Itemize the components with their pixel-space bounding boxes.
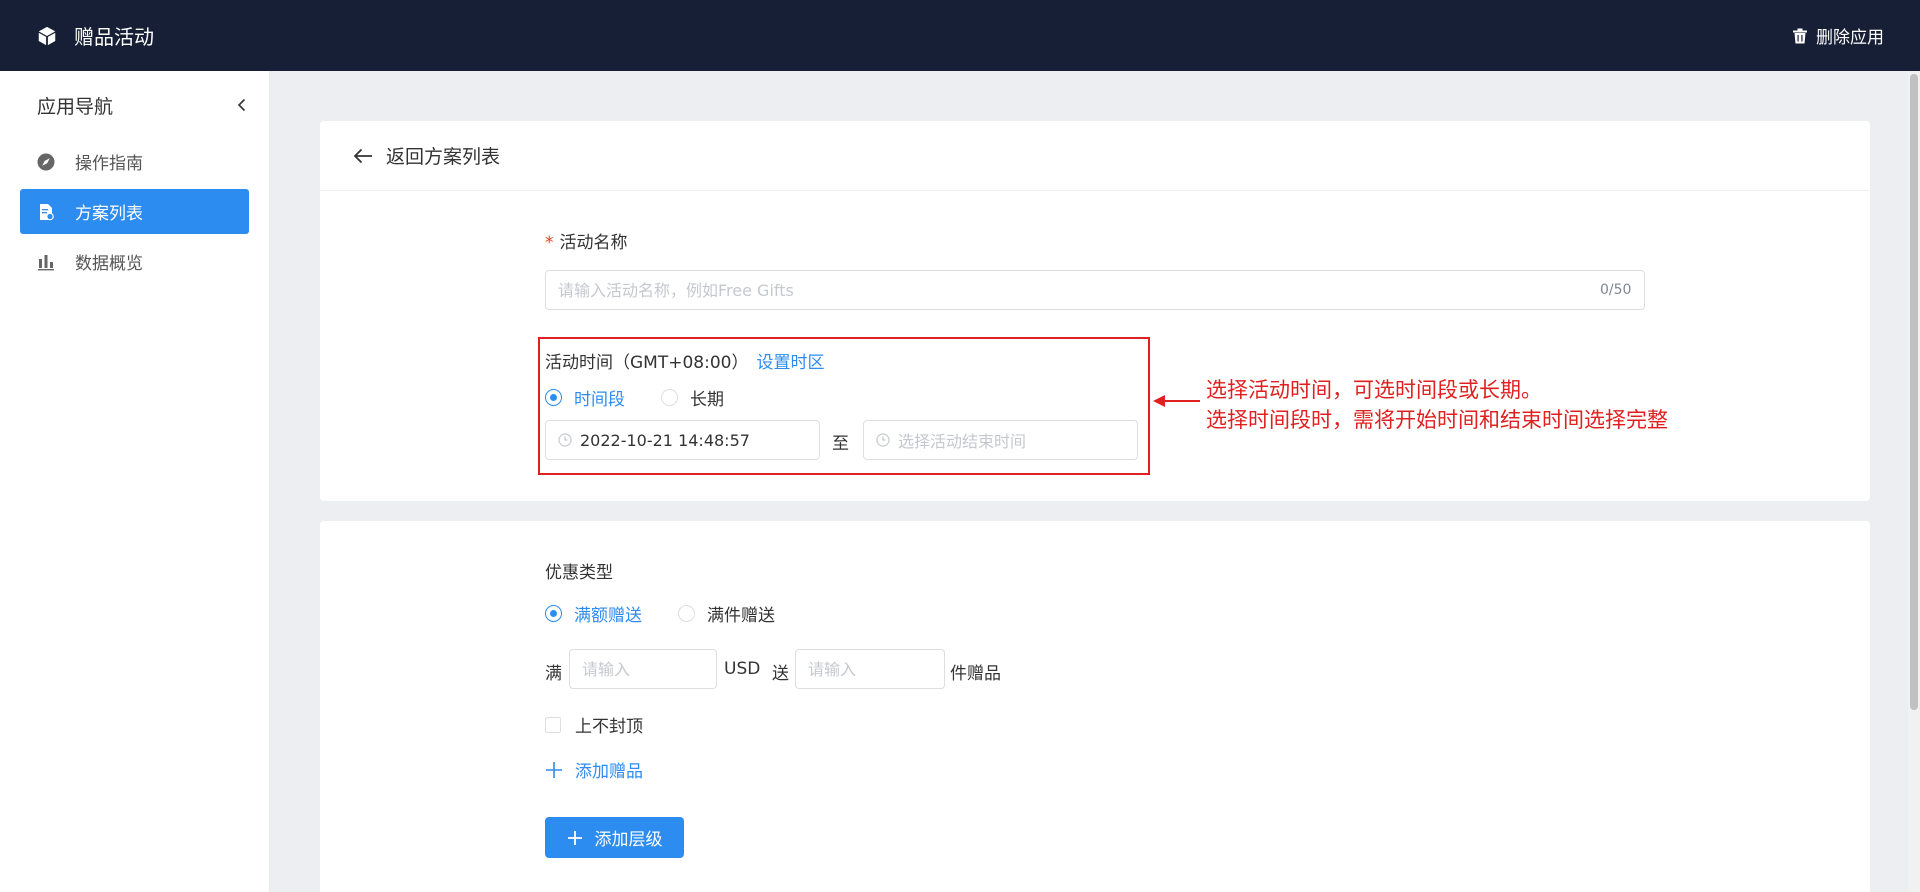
- top-bar: 赠品活动 删除应用: [0, 0, 1920, 71]
- activity-name-input[interactable]: [545, 270, 1645, 310]
- full-label: 满: [545, 664, 562, 684]
- sidebar: 应用导航 操作指南 方案列表 数据概览: [0, 71, 270, 892]
- gift-suffix-label: 件赠品: [950, 664, 1001, 684]
- bar-chart-icon: [38, 254, 54, 270]
- sidebar-item-data-overview[interactable]: 数据概览: [20, 239, 249, 284]
- radio-full-quantity-gift[interactable]: 满件赠送: [678, 601, 775, 626]
- discount-type-radio-group: 满额赠送 满件赠送: [545, 601, 775, 626]
- no-cap-checkbox-row[interactable]: 上不封顶: [545, 712, 643, 737]
- radio-dot: [545, 605, 562, 622]
- app-brand: 赠品活动: [36, 21, 154, 50]
- radio-full-amount-gift[interactable]: 满额赠送: [545, 601, 642, 626]
- radio-dot: [678, 605, 695, 622]
- add-gift-label: 添加赠品: [575, 762, 643, 782]
- annotation-line-2: 选择时间段时，需将开始时间和结束时间选择完整: [1206, 408, 1668, 432]
- no-cap-checkbox[interactable]: [545, 716, 561, 733]
- gift-count-input[interactable]: [795, 649, 945, 689]
- activity-name-label-text: 活动名称: [559, 233, 628, 253]
- arrow-left-icon: [353, 148, 372, 163]
- sidebar-header: 应用导航: [0, 71, 269, 139]
- sidebar-item-plan-list[interactable]: 方案列表: [20, 189, 249, 234]
- annotation-arrow-icon: [1153, 395, 1200, 407]
- back-label: 返回方案列表: [386, 146, 501, 168]
- add-tier-label: 添加层级: [594, 830, 663, 850]
- scrollbar-thumb[interactable]: [1910, 74, 1918, 710]
- plus-icon: [546, 761, 562, 778]
- give-label: 送: [772, 664, 789, 684]
- add-tier-button[interactable]: 添加层级: [545, 817, 684, 858]
- delete-app-button[interactable]: 删除应用: [1792, 23, 1884, 48]
- radio-label: 满额赠送: [574, 606, 642, 626]
- sidebar-item-label: 操作指南: [75, 154, 143, 174]
- name-char-counter: 0/50: [1600, 282, 1632, 298]
- radio-label: 满件赠送: [707, 606, 775, 626]
- document-list-icon: [40, 203, 54, 220]
- sidebar-item-label: 方案列表: [75, 204, 143, 224]
- activity-name-label: * 活动名称: [545, 228, 628, 253]
- sidebar-item-guide[interactable]: 操作指南: [20, 139, 249, 184]
- sidebar-title: 应用导航: [37, 95, 114, 118]
- discount-type-label: 优惠类型: [545, 563, 613, 583]
- chevron-left-icon[interactable]: [235, 98, 249, 112]
- app-title: 赠品活动: [74, 25, 154, 49]
- annotation-highlight-box: [538, 337, 1150, 475]
- card-header: 返回方案列表: [320, 121, 1870, 191]
- annotation-text: 选择活动时间，可选时间段或长期。 选择时间段时，需将开始时间和结束时间选择完整: [1206, 375, 1668, 435]
- sidebar-item-label: 数据概览: [75, 254, 143, 274]
- trash-icon: [1793, 28, 1807, 43]
- threshold-amount-input[interactable]: [569, 649, 717, 689]
- plus-icon: [567, 830, 582, 845]
- delete-app-label: 删除应用: [1816, 28, 1884, 48]
- back-to-list-link[interactable]: 返回方案列表: [352, 142, 500, 169]
- required-mark: *: [545, 233, 554, 253]
- box-icon: [38, 26, 56, 45]
- navigation-icon: [37, 153, 55, 170]
- currency-label: USD: [724, 659, 761, 679]
- no-cap-label: 上不封顶: [575, 717, 643, 737]
- annotation-line-1: 选择活动时间，可选时间段或长期。: [1206, 378, 1542, 402]
- add-gift-button[interactable]: 添加赠品: [545, 757, 643, 782]
